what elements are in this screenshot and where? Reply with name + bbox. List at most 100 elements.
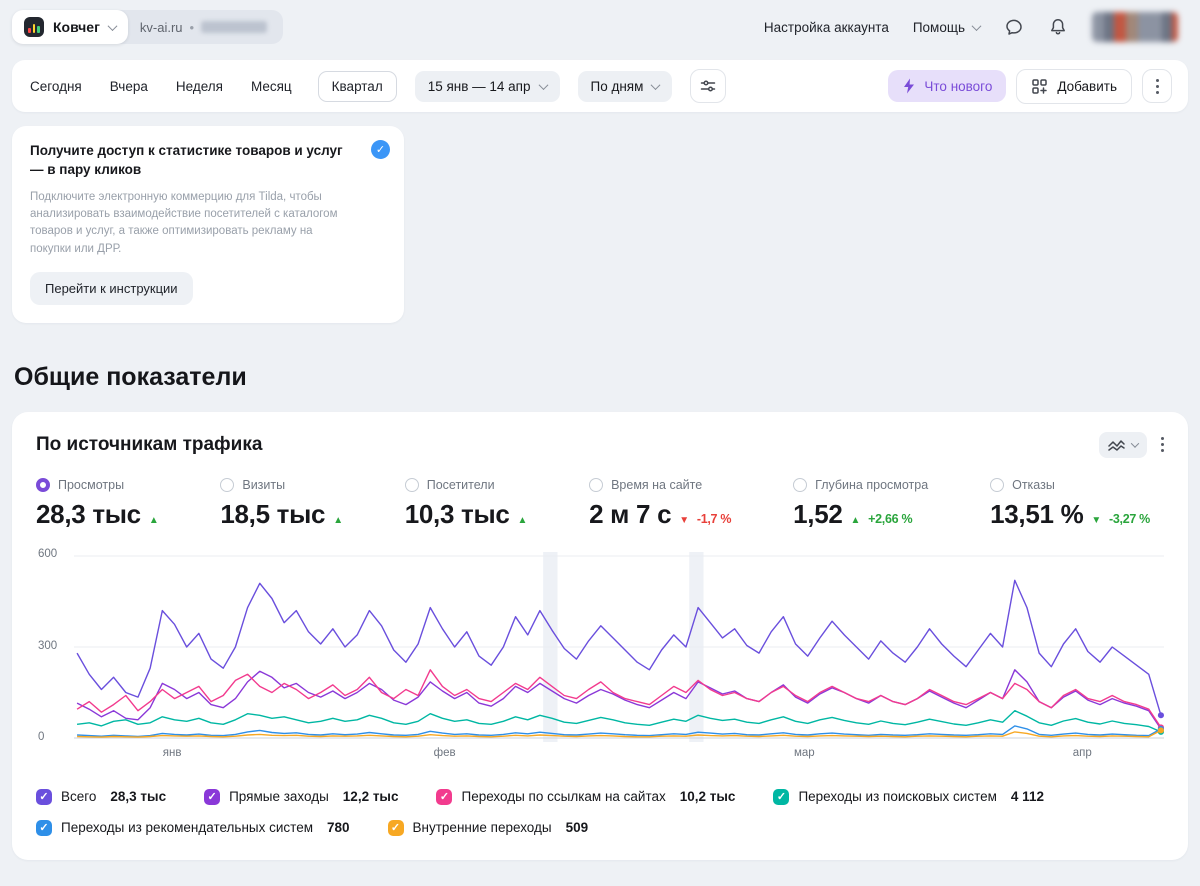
grouping-selector[interactable]: По дням — [577, 70, 673, 102]
legend-value: 4 112 — [1010, 789, 1044, 805]
chart-type-selector[interactable] — [1099, 431, 1147, 458]
metric-radio[interactable] — [589, 477, 604, 492]
legend-item-site-links[interactable]: ✓ Переходы по ссылкам на сайтах 10,2 тыс — [436, 788, 735, 805]
line-chart-icon — [1108, 440, 1125, 451]
grouping-value: По дням — [590, 78, 644, 94]
promo-description: Подключите электронную коммерцию для Til… — [30, 190, 338, 255]
trend-arrow-icon: ▲ — [850, 514, 861, 526]
metric-value: 10,3 тыс — [404, 498, 510, 529]
y-axis-label: 300 — [38, 639, 58, 652]
legend-checkbox-icon[interactable]: ✓ — [387, 819, 404, 836]
metric-label: Посетители — [426, 477, 495, 492]
widget-title: По источникам трафика — [36, 433, 263, 455]
period-tab-today[interactable]: Сегодня — [28, 72, 84, 101]
legend-checkbox-icon[interactable]: ✓ — [36, 819, 52, 836]
whats-new-button[interactable]: Что нового — [888, 70, 1007, 102]
trend-arrow-icon: ▲ — [517, 514, 528, 526]
metric-value: 18,5 тыс — [220, 498, 326, 529]
help-label: Помощь — [912, 19, 965, 35]
top-header: Ковчег kv-ai.ru • Настройка аккаунта Пом… — [0, 0, 1200, 50]
add-widget-icon — [1032, 78, 1048, 94]
metric-delta: -1,7 % — [696, 511, 732, 526]
legend-item-search[interactable]: ✓ Переходы из поисковых систем 4 112 — [773, 788, 1044, 805]
metric-value: 1,52 — [793, 498, 843, 529]
widget-menu-button[interactable] — [1161, 437, 1164, 453]
date-range-selector[interactable]: 15 янв — 14 апр — [414, 70, 560, 102]
metric-value: 13,51 % — [990, 498, 1084, 529]
counter-site-info: kv-ai.ru • — [128, 20, 283, 35]
legend-item-internal[interactable]: ✓ Внутренние переходы 509 — [387, 819, 589, 836]
promo-instruction-button[interactable]: Перейти к инструкции — [30, 271, 193, 305]
topbar-right: Настройка аккаунта Помощь — [764, 12, 1178, 42]
legend-checkbox-icon[interactable]: ✓ — [36, 788, 52, 805]
legend-checkbox-icon[interactable]: ✓ — [773, 788, 790, 805]
metric-time-on-site[interactable]: Время на сайте 2 м 7 с ▼ -1,7 % — [589, 477, 732, 530]
more-actions-button[interactable] — [1142, 69, 1172, 103]
period-tab-quarter[interactable]: Квартал — [317, 70, 397, 102]
y-axis-label: 600 — [38, 547, 58, 560]
metric-delta: +2,66 % — [868, 511, 913, 526]
legend-item-direct[interactable]: ✓ Прямые заходы 12,2 тыс — [204, 788, 398, 805]
lightning-bolt-icon — [904, 78, 915, 94]
legend-value: 509 — [565, 820, 589, 836]
legend-label: Прямые заходы — [229, 789, 329, 805]
metric-value: 2 м 7 с — [589, 498, 672, 529]
ecommerce-promo-card: Получите доступ к статистике товаров и у… — [12, 126, 404, 323]
counter-switcher[interactable]: Ковчег kv-ai.ru • — [12, 10, 284, 44]
trend-arrow-icon: ▲ — [333, 514, 343, 526]
verified-check-icon: ✓ — [371, 140, 390, 159]
x-axis-label: фев — [433, 746, 456, 759]
metric-depth[interactable]: Глубина просмотра 1,52 ▲ +2,66 % — [793, 477, 929, 530]
metric-label: Глубина просмотра — [815, 477, 929, 492]
metric-radio[interactable] — [220, 477, 235, 492]
metric-visits[interactable]: Визиты 18,5 тыс ▲ — [220, 477, 343, 530]
counter-name: Ковчег — [53, 19, 100, 35]
messenger-icon[interactable] — [1004, 17, 1024, 37]
notifications-bell-icon[interactable] — [1048, 17, 1068, 37]
period-tab-yesterday[interactable]: Вчера — [108, 72, 150, 101]
y-axis-label: 0 — [38, 730, 45, 743]
masked-counter-id — [201, 21, 268, 33]
metric-radio[interactable] — [404, 477, 419, 492]
period-tab-month[interactable]: Месяц — [249, 72, 294, 101]
trend-arrow-icon: ▼ — [679, 514, 689, 526]
trend-arrow-icon: ▼ — [1091, 514, 1102, 526]
period-tab-week[interactable]: Неделя — [174, 72, 225, 101]
period-tabs: Сегодня Вчера Неделя Месяц Квартал — [28, 70, 397, 102]
chevron-down-icon — [1130, 439, 1140, 448]
metric-radio[interactable] — [793, 477, 808, 492]
help-menu[interactable]: Помощь — [912, 19, 982, 35]
metric-label: Время на сайте — [611, 477, 703, 492]
chart-legend: ✓ Всего 28,3 тыс ✓ Прямые заходы 12,2 ты… — [36, 788, 1164, 836]
metric-label: Просмотры — [58, 477, 125, 492]
metric-radio[interactable] — [36, 477, 50, 492]
metric-pageviews[interactable]: Просмотры 28,3 тыс ▲ — [36, 477, 159, 530]
legend-item-recommendation[interactable]: ✓ Переходы из рекомендательных систем 78… — [36, 819, 350, 836]
promo-title: Получите доступ к статистике товаров и у… — [30, 143, 343, 177]
widget-controls — [1099, 431, 1164, 458]
account-settings-link[interactable]: Настройка аккаунта — [764, 20, 889, 35]
counter-site-domain: kv-ai.ru — [139, 19, 183, 35]
chevron-down-icon — [650, 79, 661, 90]
legend-label: Всего — [61, 789, 97, 805]
filter-settings-button[interactable] — [690, 69, 727, 103]
traffic-line-chart[interactable] — [74, 551, 1164, 742]
chevron-down-icon — [538, 79, 548, 90]
metric-visitors[interactable]: Посетители 10,3 тыс ▲ — [404, 477, 528, 530]
metric-bounce-rate[interactable]: Отказы 13,51 % ▼ -3,27 % — [990, 477, 1150, 530]
dot-separator: • — [189, 19, 195, 35]
add-button[interactable]: Добавить — [1016, 68, 1132, 104]
legend-label: Внутренние переходы — [412, 820, 552, 836]
period-toolbar: Сегодня Вчера Неделя Месяц Квартал 15 ян… — [12, 60, 1188, 112]
counter-pill[interactable]: Ковчег — [12, 10, 128, 44]
sliders-icon — [701, 80, 716, 92]
user-avatar-masked[interactable] — [1092, 12, 1178, 42]
legend-item-total[interactable]: ✓ Всего 28,3 тыс — [36, 788, 166, 805]
metric-radio[interactable] — [990, 477, 1005, 492]
chevron-down-icon — [971, 20, 982, 31]
metric-label: Визиты — [242, 477, 286, 492]
legend-label: Переходы из поисковых систем — [798, 789, 997, 805]
legend-checkbox-icon[interactable]: ✓ — [204, 788, 221, 805]
legend-checkbox-icon[interactable]: ✓ — [436, 788, 453, 805]
chevron-down-icon — [107, 20, 118, 31]
